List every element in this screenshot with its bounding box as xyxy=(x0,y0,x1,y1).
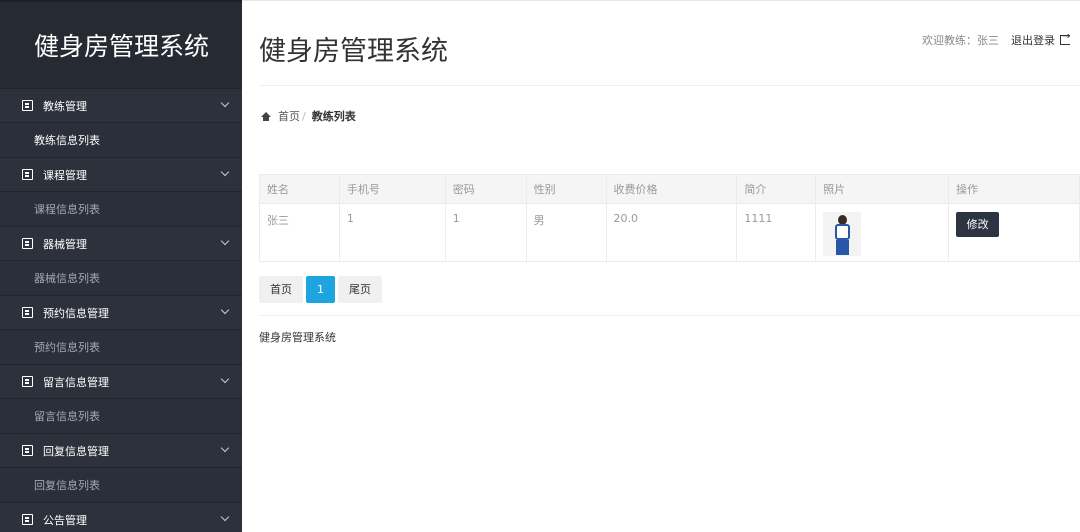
pagination: 首页 1 尾页 xyxy=(259,276,385,303)
sidebar-brand: 健身房管理系统 xyxy=(0,0,242,88)
sidebar-group-label: 回复信息管理 xyxy=(43,444,109,458)
logout-link[interactable]: 退出登录 xyxy=(1011,31,1070,48)
cell-gender: 男 xyxy=(525,203,607,262)
page-title: 健身房管理系统 xyxy=(259,36,448,67)
coach-photo xyxy=(823,212,862,256)
column-header: 操作 xyxy=(948,174,1080,204)
user-info: 欢迎教练：张三 退出登录 xyxy=(922,31,1070,48)
header-divider xyxy=(259,85,1080,86)
sidebar-item-course-list[interactable]: 课程信息列表 xyxy=(0,192,242,226)
breadcrumb-home[interactable]: 首页 xyxy=(278,108,300,124)
list-icon xyxy=(22,100,33,111)
sidebar-group-label: 器械管理 xyxy=(43,237,87,251)
chevron-down-icon xyxy=(220,443,230,453)
breadcrumb: 首页 / 教练列表 xyxy=(261,108,356,124)
list-icon xyxy=(22,514,33,525)
chevron-down-icon xyxy=(220,98,230,108)
sidebar-group-booking[interactable]: 预约信息管理 xyxy=(0,295,242,330)
footer-text: 健身房管理系统 xyxy=(259,331,336,344)
chevron-down-icon xyxy=(220,374,230,384)
cell-action: 修改 xyxy=(948,203,1080,262)
cell-photo xyxy=(815,203,950,262)
app-root: 健身房管理系统 教练管理 教练信息列表 课程管理 课程信息列表 器械管理 器械信… xyxy=(0,0,1080,532)
sign-out-icon xyxy=(1060,31,1070,45)
header: 健身房管理系统 xyxy=(259,29,448,68)
sidebar-group-coach[interactable]: 教练管理 xyxy=(0,88,242,123)
page-last-button[interactable]: 尾页 xyxy=(338,276,382,303)
column-header: 姓名 xyxy=(259,174,340,204)
sidebar-group-label: 公告管理 xyxy=(43,513,87,527)
sidebar-group-label: 预约信息管理 xyxy=(43,306,109,320)
coach-table: 姓名 手机号 密码 性别 收费价格 简介 照片 操作 张三 1 1 男 20.0 xyxy=(259,174,1080,262)
table-row: 张三 1 1 男 20.0 1111 修改 xyxy=(259,203,1080,262)
sidebar-item-equipment-list[interactable]: 器械信息列表 xyxy=(0,261,242,295)
list-icon xyxy=(22,238,33,249)
sidebar-group-course[interactable]: 课程管理 xyxy=(0,157,242,192)
sidebar-item-coach-list[interactable]: 教练信息列表 xyxy=(0,123,242,157)
sidebar-item-message-list[interactable]: 留言信息列表 xyxy=(0,399,242,433)
sidebar-group-label: 课程管理 xyxy=(43,168,87,182)
chevron-down-icon xyxy=(220,512,230,522)
cell-price: 20.0 xyxy=(605,203,738,262)
welcome-text: 欢迎教练：张三 xyxy=(922,34,999,47)
sidebar-group-reply[interactable]: 回复信息管理 xyxy=(0,433,242,468)
logout-label: 退出登录 xyxy=(1011,34,1055,47)
column-header: 收费价格 xyxy=(605,174,738,204)
sidebar-group-message[interactable]: 留言信息管理 xyxy=(0,364,242,399)
home-icon xyxy=(261,111,271,121)
sidebar-group-label: 留言信息管理 xyxy=(43,375,109,389)
column-header: 手机号 xyxy=(338,174,446,204)
main-content: 健身房管理系统 欢迎教练：张三 退出登录 首页 / 教练列表 姓名 xyxy=(242,0,1080,532)
sidebar-item-booking-list[interactable]: 预约信息列表 xyxy=(0,330,242,364)
footer-divider xyxy=(259,315,1080,316)
breadcrumb-separator: / xyxy=(302,109,306,123)
list-icon xyxy=(22,169,33,180)
list-icon xyxy=(22,445,33,456)
edit-button[interactable]: 修改 xyxy=(956,212,1000,237)
sidebar-group-label: 教练管理 xyxy=(43,99,87,113)
breadcrumb-current: 教练列表 xyxy=(311,110,356,123)
chevron-down-icon xyxy=(220,236,230,246)
column-header: 性别 xyxy=(525,174,607,204)
cell-password: 1 xyxy=(444,203,527,262)
sidebar: 健身房管理系统 教练管理 教练信息列表 课程管理 课程信息列表 器械管理 器械信… xyxy=(0,0,242,532)
column-header: 照片 xyxy=(815,174,950,204)
page-current-button[interactable]: 1 xyxy=(306,276,335,303)
sidebar-group-equipment[interactable]: 器械管理 xyxy=(0,226,242,261)
sidebar-group-notice[interactable]: 公告管理 xyxy=(0,502,242,532)
chevron-down-icon xyxy=(220,305,230,315)
page-first-button[interactable]: 首页 xyxy=(259,276,303,303)
table-header-row: 姓名 手机号 密码 性别 收费价格 简介 照片 操作 xyxy=(259,174,1080,204)
chevron-down-icon xyxy=(220,167,230,177)
cell-intro: 1111 xyxy=(736,203,817,262)
cell-name: 张三 xyxy=(259,203,340,262)
column-header: 简介 xyxy=(736,174,817,204)
column-header: 密码 xyxy=(444,174,527,204)
sidebar-item-reply-list[interactable]: 回复信息列表 xyxy=(0,468,242,502)
cell-phone: 1 xyxy=(338,203,446,262)
list-icon xyxy=(22,376,33,387)
list-icon xyxy=(22,307,33,318)
